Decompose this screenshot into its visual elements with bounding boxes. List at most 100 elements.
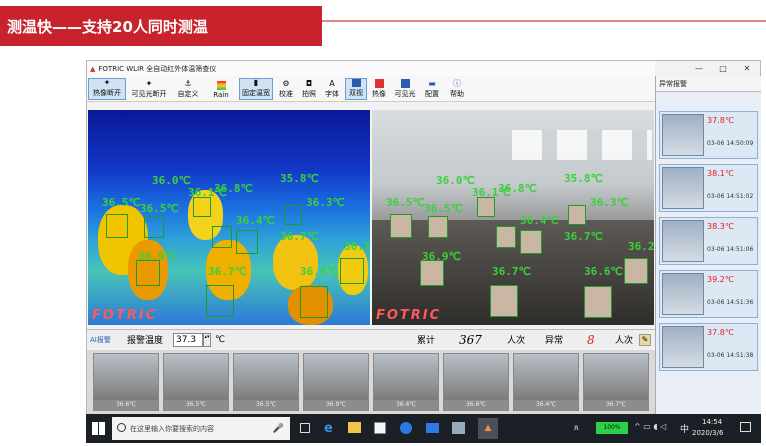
thumb-temp: 36.9℃ <box>304 400 368 410</box>
app-circle-icon[interactable] <box>400 422 412 434</box>
capture-thumb[interactable]: 36.5℃ <box>163 353 229 411</box>
people-icon[interactable]: ጸ <box>574 423 579 433</box>
face-box <box>340 258 364 284</box>
edge-icon[interactable]: e <box>324 421 333 436</box>
app-window-icon[interactable] <box>452 422 465 434</box>
config-icon: ▬ <box>428 79 436 88</box>
notification-icon[interactable] <box>740 422 751 432</box>
capture-thumb[interactable]: 36.9℃ <box>303 353 369 411</box>
visible-disconnect-button[interactable]: ✦ 可见光断开 <box>127 78 171 100</box>
alert-item[interactable]: 39.2℃ 03-06 14:51:36 <box>659 270 758 318</box>
capture-thumb[interactable]: 36.6℃ <box>93 353 159 411</box>
microphone-icon[interactable]: 🎤 <box>273 424 284 434</box>
ime-indicator[interactable]: 中 <box>680 422 689 435</box>
custom-button[interactable]: ⚓ 自定义 <box>173 78 203 100</box>
minimize-button[interactable]: — <box>687 61 711 76</box>
slide-divider <box>322 20 766 22</box>
tray-icons[interactable]: ^ ▭ ◖ ◁ <box>634 422 666 431</box>
toolbar-label: 拍照 <box>302 90 316 98</box>
toolbar-label: 可见光断开 <box>131 90 167 98</box>
capture-thumb[interactable]: 36.4℃ <box>373 353 439 411</box>
app-logo-icon: ▲ <box>90 64 96 73</box>
alarm-temp-unit: ℃ <box>215 334 226 345</box>
mail-icon[interactable] <box>426 423 439 433</box>
toolbar-label: 自定义 <box>177 90 199 98</box>
task-view-icon[interactable] <box>300 423 310 433</box>
visible-view[interactable]: 36.5℃ 36.0℃ 36.5℃ 36.1℃ 36.8℃ 35.8℃ 36.3… <box>372 110 654 325</box>
titlebar: ▲ FOTRIC WLIR 全自动红外体温筛查仪 <box>87 61 655 76</box>
thermal-view-button[interactable]: 热像 <box>368 78 390 100</box>
alert-temp: 37.8℃ <box>707 328 734 337</box>
temp-label: 36.7℃ <box>208 265 247 278</box>
status-bar: AI报警 报警温度 37.3 ▴▾ ℃ 累计 367 人次 异常 8 人次 ✎ <box>87 329 655 349</box>
face-box <box>106 214 128 238</box>
dual-view-button[interactable]: 双视 <box>345 78 367 100</box>
alert-photo <box>662 273 704 315</box>
total-count: 367 <box>459 332 482 347</box>
capture-thumb[interactable]: 36.4℃ <box>513 353 579 411</box>
alert-item[interactable]: 37.8℃ 03-06 14:51:38 <box>659 323 758 371</box>
fixed-range-button[interactable]: ▮ 固定温宽 <box>239 78 273 100</box>
face-box <box>193 197 211 217</box>
alert-photo <box>662 220 704 262</box>
toolbar-label: 双视 <box>349 89 363 97</box>
face-box <box>420 260 444 286</box>
alarm-temp-input[interactable]: 37.3 <box>173 333 203 347</box>
alert-photo <box>662 167 704 209</box>
alerts-title: 异常报警 <box>656 76 761 92</box>
thermal-disconnect-button[interactable]: ✦ 热像断开 <box>88 78 126 100</box>
visible-view-button[interactable]: 可见光 <box>391 78 419 100</box>
face-box <box>284 205 302 225</box>
face-box <box>568 205 586 225</box>
taskbar-search-input[interactable]: 在这里输入你要搜索的内容 🎤 <box>112 417 290 440</box>
thermal-camera-icon: ✦ <box>103 78 111 87</box>
thumb-temp: 36.4℃ <box>374 400 438 410</box>
temp-label: 35.8℃ <box>280 172 319 185</box>
alert-time: 03-06 14:51:38 <box>707 352 754 359</box>
clock-date[interactable]: 2020/3/6 <box>692 429 723 437</box>
toolbar-label: 帮助 <box>450 90 464 98</box>
alert-item[interactable]: 38.1℃ 03-06 14:51:02 <box>659 164 758 212</box>
calibrate-button[interactable]: ⚙ 校准 <box>275 78 297 100</box>
thermal-brand-logo: FOTRIC <box>92 308 158 323</box>
close-button[interactable]: ✕ <box>735 61 759 76</box>
total-unit: 人次 <box>507 336 526 346</box>
maximize-button[interactable]: □ <box>711 61 735 76</box>
range-icon: ▮ <box>253 78 259 87</box>
toolbar-label: 字体 <box>325 90 339 98</box>
face-box <box>520 230 542 254</box>
help-icon: ⓘ <box>453 79 461 88</box>
capture-thumb[interactable]: 36.5℃ <box>233 353 299 411</box>
store-icon[interactable] <box>374 422 386 434</box>
temp-label: 36.8℃ <box>214 182 253 195</box>
face-box <box>144 216 164 238</box>
visible-camera-icon: ✦ <box>145 79 153 88</box>
clock-time[interactable]: 14:54 <box>702 418 722 426</box>
battery-indicator[interactable]: 100% <box>596 422 628 434</box>
fotric-taskbar-icon[interactable]: ▲ <box>478 418 498 439</box>
clear-icon[interactable]: ✎ <box>639 334 651 346</box>
config-button[interactable]: ▬ 配置 <box>421 78 443 100</box>
temp-label: 36.0℃ <box>152 174 191 187</box>
capture-thumb[interactable]: 36.7℃ <box>583 353 649 411</box>
windows-start-icon[interactable] <box>92 422 105 435</box>
file-explorer-icon[interactable] <box>348 422 361 433</box>
alert-item[interactable]: 38.3℃ 03-06 14:51:06 <box>659 217 758 265</box>
capture-thumb[interactable]: 36.6℃ <box>443 353 509 411</box>
temp-label: 36.6℃ <box>300 265 339 278</box>
thermal-view[interactable]: 36.5℃ 36.0℃ 36.5℃ 36.1℃ 36.8℃ 35.8℃ 36.3… <box>88 110 370 325</box>
help-button[interactable]: ⓘ 帮助 <box>444 78 470 100</box>
font-button[interactable]: A 字体 <box>321 78 343 100</box>
toolbar-label: 可见光 <box>394 90 416 98</box>
app-window: ▲ FOTRIC WLIR 全自动红外体温筛查仪 — □ ✕ ✦ 热像断开 ✦ 可见… <box>86 60 761 442</box>
abnormal-unit: 人次 <box>615 336 634 346</box>
alert-temp: 39.2℃ <box>707 275 734 284</box>
temp-label: 36.9℃ <box>422 250 461 263</box>
alarm-temp-stepper[interactable]: ▴▾ <box>203 333 211 347</box>
face-box <box>477 197 495 217</box>
alert-item[interactable]: 37.8℃ 03-06 14:50:09 <box>659 111 758 159</box>
face-box <box>206 285 234 317</box>
palette-button[interactable]: Rain <box>207 78 235 100</box>
app-title: FOTRIC WLIR 全自动红外体温筛查仪 <box>98 64 217 73</box>
photo-button[interactable]: ◘ 拍照 <box>298 78 320 100</box>
